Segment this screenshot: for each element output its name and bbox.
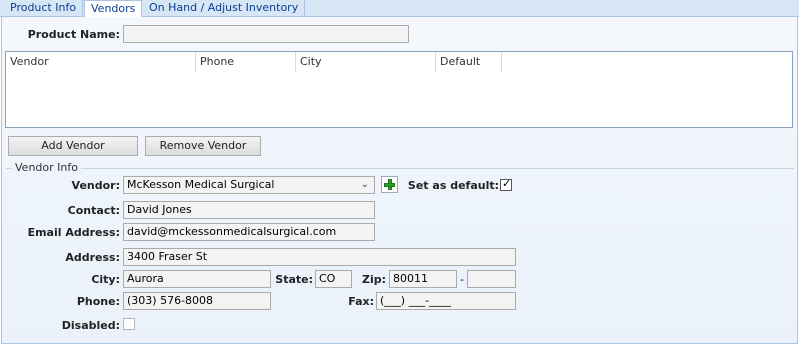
fax-label: Fax:: [348, 295, 374, 308]
address-field[interactable]: 3400 Fraser St: [123, 248, 516, 266]
product-name-label: Product Name:: [27, 28, 120, 41]
state-label: State:: [275, 273, 313, 286]
state-field[interactable]: CO: [315, 270, 352, 288]
column-header-vendor[interactable]: Vendor: [6, 52, 196, 72]
set-as-default-checkbox[interactable]: ✓: [500, 177, 512, 191]
column-header-phone[interactable]: Phone: [196, 52, 296, 72]
phone-label: Phone:: [76, 295, 120, 308]
remove-vendor-button[interactable]: Remove Vendor: [145, 136, 261, 156]
vendor-label: Vendor:: [71, 179, 120, 192]
city-label: City:: [91, 273, 120, 286]
tab-vendors[interactable]: Vendors: [84, 0, 143, 18]
fax-field[interactable]: (___) ___-____: [376, 292, 516, 310]
disabled-label: Disabled:: [61, 319, 120, 332]
zip-extension-field[interactable]: [467, 270, 516, 288]
vendor-select-value: McKesson Medical Surgical: [127, 178, 275, 191]
tab-product-info[interactable]: Product Info: [4, 0, 84, 17]
product-name-field[interactable]: [123, 25, 409, 43]
column-header-city[interactable]: City: [296, 52, 436, 72]
phone-field[interactable]: (303) 576-8008: [123, 292, 271, 310]
contact-label: Contact:: [67, 204, 120, 217]
tab-bar: Product Info Vendors On Hand / Adjust In…: [0, 0, 799, 18]
zip-separator: -: [460, 273, 464, 286]
city-field[interactable]: Aurora: [123, 270, 271, 288]
check-icon: ✓: [502, 177, 512, 190]
set-as-default-label: Set as default:: [407, 179, 499, 192]
add-vendor-button[interactable]: Add Vendor: [8, 136, 138, 156]
tab-on-hand-adjust-inventory[interactable]: On Hand / Adjust Inventory: [143, 0, 306, 17]
email-address-field[interactable]: david@mckessonmedicalsurgical.com: [123, 223, 375, 241]
vendor-info-legend: Vendor Info: [12, 161, 81, 174]
vendor-grid[interactable]: Vendor Phone City Default: [5, 51, 793, 128]
chevron-down-icon[interactable]: ⌄: [361, 177, 369, 193]
plus-icon[interactable]: [381, 176, 398, 193]
address-label: Address:: [65, 251, 120, 264]
zip-label: Zip:: [361, 273, 386, 286]
email-address-label: Email Address:: [27, 226, 120, 239]
zip-field[interactable]: 80011: [389, 270, 457, 288]
disabled-checkbox[interactable]: [123, 318, 135, 330]
contact-field[interactable]: David Jones: [123, 201, 375, 219]
column-header-default[interactable]: Default: [436, 52, 502, 72]
vendor-select[interactable]: McKesson Medical Surgical ⌄: [123, 176, 375, 194]
